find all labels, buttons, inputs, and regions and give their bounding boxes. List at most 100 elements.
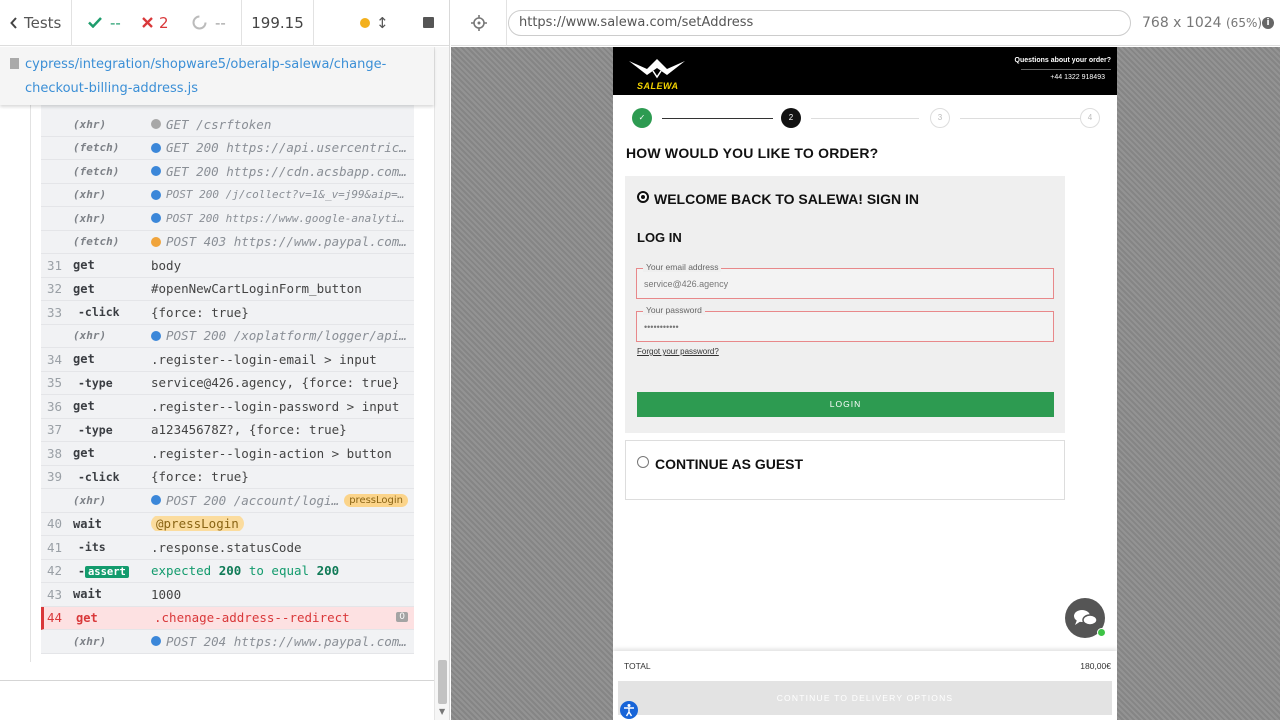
continue-to-delivery-button[interactable]: CONTINUE TO DELIVERY OPTIONS (618, 681, 1112, 715)
stop-button[interactable] (422, 17, 434, 28)
command-log: (xhr) GET /csrftoken (fetch) GET 200 https:… (0, 105, 434, 683)
command-row[interactable]: 34 get .register--login-email > input (41, 348, 414, 372)
command-message: {force: true} (151, 304, 249, 320)
request-text: GET /csrftoken (166, 116, 272, 132)
command-rail (30, 105, 31, 662)
command-name: -click (78, 305, 120, 320)
cross-icon (142, 17, 153, 28)
command-row[interactable]: 41 -its .response.statusCode (41, 536, 414, 560)
command-list-clipped-row (41, 105, 414, 113)
sign-in-radio[interactable] (637, 191, 649, 203)
password-field[interactable]: Your password ••••••••••• (636, 305, 1054, 342)
accessibility-button[interactable] (620, 701, 638, 719)
request-row[interactable]: (fetch) GET 200 https://cdn.acsbapp.com/c… (41, 160, 414, 184)
command-name: get (73, 446, 95, 461)
viewport-size: 768 x 1024 (1142, 15, 1222, 31)
request-row[interactable]: (xhr) POST 200 /xoplatform/logger/api/log… (41, 325, 414, 348)
step-3: 3 (930, 108, 950, 128)
command-row[interactable]: 36 get .register--login-password > input (41, 395, 414, 419)
request-text: POST 200 /account/login/sTarget/... (166, 492, 340, 508)
aut-header: https://www.salewa.com/setAddress 768 x … (451, 0, 1280, 46)
request-row[interactable]: (fetch) POST 403 https://www.paypal.com/x… (41, 231, 414, 254)
command-name: wait (73, 516, 102, 531)
command-row[interactable]: 43 wait 1000 (41, 583, 414, 607)
command-number: 33 (47, 304, 63, 320)
request-row[interactable]: (fetch) GET 200 https://api.usercentrics.… (41, 137, 414, 160)
forgot-password-link[interactable]: Forgot your password? (637, 347, 719, 356)
step-1-done: ✓ (632, 108, 652, 128)
command-row[interactable]: 39 -click {force: true} (41, 466, 414, 489)
request-type: (xhr) (73, 634, 107, 648)
command-name: get (73, 399, 95, 414)
command-message: .response.statusCode (151, 539, 302, 555)
command-number: 32 (47, 281, 63, 297)
email-field[interactable]: Your email address service@426.agency (636, 262, 1054, 299)
request-row[interactable]: (xhr) POST 200 https://www.google-analyti… (41, 207, 414, 231)
sign-in-option-label[interactable]: WELCOME BACK TO SALEWA! SIGN IN (654, 191, 919, 207)
command-number: 39 (47, 469, 63, 485)
failed-value: 2 (159, 13, 169, 32)
help-phone[interactable]: +44 1322 918493 (1050, 74, 1105, 81)
salewa-eagle-logo-icon[interactable] (627, 55, 687, 81)
spec-header: cypress/integration/shopware5/oberalp-sa… (0, 47, 434, 105)
help-question: Questions about your order? (1014, 57, 1111, 64)
request-message: GET /csrftoken (151, 117, 414, 132)
command-message: service@426.agency, {force: true} (151, 375, 400, 391)
request-row[interactable]: (xhr) GET /csrftoken (41, 113, 414, 137)
cypress-reporter: Tests -- 2 -- 199.15 ↕ cypress/integrati… (0, 0, 450, 720)
command-number: 44 (47, 610, 63, 626)
command-name: -type (78, 375, 113, 390)
request-status-dot-icon (151, 119, 161, 130)
command-row[interactable]: 32 get #openNewCartLoginForm_button (41, 278, 414, 301)
spec-path-link[interactable]: cypress/integration/shopware5/oberalp-sa… (10, 53, 424, 101)
request-row[interactable]: (xhr) POST 200 /account/login/sTarget/...… (41, 489, 414, 513)
login-button[interactable]: LOGIN (637, 392, 1054, 417)
step-4: 4 (1080, 108, 1100, 128)
command-row[interactable]: 40 wait @pressLogin (41, 513, 414, 536)
command-message: .register--login-password > input (151, 398, 400, 414)
accessibility-icon (624, 704, 634, 717)
tests-back-button[interactable]: Tests (0, 0, 72, 46)
guest-option-label[interactable]: CONTINUE AS GUEST (655, 456, 803, 472)
command-message: 1000 (151, 586, 182, 602)
aut-iframe: SALEWA Questions about your order? +44 1… (613, 47, 1117, 720)
command-row[interactable]: 31 get body (41, 254, 414, 278)
command-message: .register--login-action > button (151, 445, 392, 461)
reporter-scrollbar[interactable]: ▼ (434, 47, 449, 720)
request-status-dot-icon (151, 330, 161, 341)
command-name: get (73, 258, 95, 273)
assert-message: expected 200 to equal 200 (151, 563, 414, 578)
viewport-scale: (65%) (1226, 16, 1263, 30)
guest-radio[interactable] (637, 456, 649, 468)
request-message: POST 200 /account/login/sTarget/... press… (151, 493, 414, 508)
site-header: SALEWA Questions about your order? +44 1… (613, 47, 1117, 95)
request-row[interactable]: (xhr) POST 200 /j/collect?v=1&_v=j99&aip=… (41, 184, 414, 207)
command-number: 41 (47, 539, 63, 555)
command-row[interactable]: 38 get .register--login-action > button (41, 442, 414, 466)
selector-playground-button[interactable] (451, 0, 507, 46)
command-number: 38 (47, 445, 63, 461)
command-row[interactable]: 44 get .chenage-address--redirect 0 (41, 606, 414, 630)
scrollbar-thumb[interactable] (438, 660, 447, 704)
request-row[interactable]: (xhr) POST 204 https://www.paypal.com/xop… (41, 630, 414, 654)
tests-label: Tests (24, 13, 62, 32)
command-row[interactable]: 37 -type a12345678Z?, {force: true} (41, 419, 414, 442)
command-number: 40 (47, 516, 63, 532)
request-message: GET 200 https://api.usercentrics.eu/sett… (151, 140, 414, 155)
command-row[interactable]: 42 - assert expected 200 to equal 200 (41, 560, 414, 583)
email-field-value: service@426.agency (644, 279, 729, 289)
command-list: (xhr) GET /csrftoken (fetch) GET 200 https:… (41, 105, 414, 654)
command-message: #openNewCartLoginForm_button (151, 281, 362, 297)
request-type: (fetch) (73, 141, 120, 155)
auto-scroll-toggle-icon[interactable]: ↕ (376, 14, 389, 32)
run-controls: ↕ (314, 0, 449, 46)
request-status-dot-icon (151, 213, 161, 224)
request-message: POST 200 /j/collect?v=1&_v=j99&aip=1&... (151, 188, 414, 201)
scroll-down-arrow-icon[interactable]: ▼ (439, 707, 445, 716)
guest-option-panel[interactable]: CONTINUE AS GUEST (625, 440, 1065, 500)
command-row[interactable]: 33 -click {force: true} (41, 301, 414, 325)
aut-url-bar[interactable]: https://www.salewa.com/setAddress (508, 10, 1131, 36)
command-row[interactable]: 35 -type service@426.agency, {force: true} (41, 372, 414, 395)
info-icon[interactable]: i (1262, 17, 1274, 29)
request-status-dot-icon (151, 495, 161, 506)
